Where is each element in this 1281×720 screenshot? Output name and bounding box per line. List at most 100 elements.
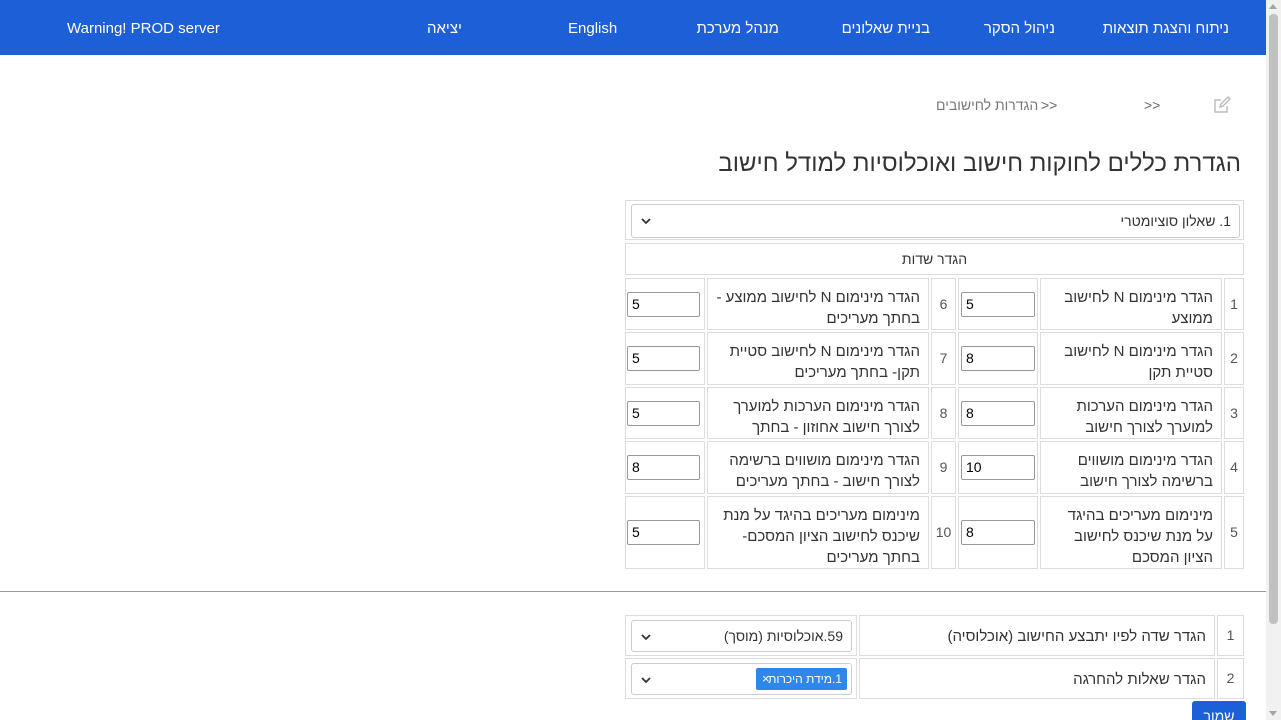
row-number: 4 [1224,441,1244,494]
field-input-cell: 8 [958,496,1038,569]
row-number-text: 3 [1230,405,1238,421]
min-compared-percentile-input[interactable]: 10 [961,455,1035,480]
selected-tag-label: 1.מידת היכרות [768,672,842,686]
field-input-cell: 5 [625,278,705,330]
row-number-text: 9 [939,459,948,475]
field-input-cell: 5 [958,278,1038,330]
min-evaluations-percentile-input[interactable]: 8 [961,401,1035,426]
scroll-up-arrow-icon[interactable] [1269,4,1277,9]
row-number: 8 [931,387,956,439]
vertical-scrollbar[interactable] [1266,0,1281,720]
chevron-down-icon [641,218,651,225]
row-number-text: 7 [939,350,948,366]
field-label: הגדר מינימום מושווים ברשימה לצורך חישוב … [729,452,920,490]
field-label: מינימום מעריכים בהיגד על מנת שיכנס לחישו… [1067,507,1213,566]
field-label: הגדר שדה לפיו יתבצע החישוב (אוכלוסיה) [947,628,1206,645]
min-raters-summary-raters-input[interactable]: 5 [627,520,700,545]
field-label-cell: הגדר מינימום N לחישוב ממוצע [1040,278,1222,330]
field-input-cell: 5 [625,496,705,569]
chevron-down-icon [641,677,651,684]
population-field-select-value: 59.אוכלוסיות (מוסך) [723,628,843,644]
min-n-stddev-input[interactable]: 8 [961,346,1035,371]
row-number-text: 10 [935,524,952,540]
scroll-down-arrow-icon[interactable] [1269,711,1277,716]
min-evaluations-percentile-raters-input[interactable]: 5 [627,401,700,426]
field-label-cell: הגדר מינימום הערכות למוערך לצורך חישוב א… [1040,387,1222,457]
save-button[interactable]: שמור [1192,701,1246,720]
row-number: 2 [1217,658,1244,699]
field-input-cell: 5 [625,387,705,439]
field-label-cell: מינימום מעריכים בהיגד על מנת שיכנס לחישו… [707,496,929,569]
min-n-average-raters-input[interactable]: 5 [627,292,700,317]
fields-header: הגדר שדות [901,251,968,267]
field-input-cell: 8 [958,387,1038,439]
row-number: 5 [1224,496,1244,569]
min-compared-raters-input[interactable]: 8 [627,455,700,480]
top-navbar: ניתוח והצגת תוצאות ניהול הסקר בניית שאלו… [0,0,1266,55]
field-label-cell: הגדר מינימום N לחישוב סטיית תקן- בחתך מע… [707,332,929,385]
field-input-cell: 5 [625,332,705,385]
row-number: 9 [931,441,956,494]
row-number-text: 2 [1230,350,1238,366]
row-number-text: 1 [1226,627,1235,643]
remove-tag-icon[interactable]: × [762,668,770,690]
row-number: 1 [1224,278,1244,330]
prod-warning-text: Warning! PROD server [67,20,220,37]
population-field-select[interactable]: 59.אוכלוסיות (מוסך) [631,620,852,652]
breadcrumb-separator: >> [1144,97,1161,113]
edit-icon[interactable] [1213,96,1231,114]
questionnaire-select-cell: 1. שאלון סוציומטרי [625,200,1244,240]
field-label-cell: הגדר שאלות להחרגה [859,658,1215,699]
min-n-average-input[interactable]: 5 [961,292,1035,317]
nav-survey-management[interactable]: ניהול הסקר [984,20,1055,37]
field-input-cell: 8 [958,332,1038,385]
field-label: הגדר שאלות להחרגה [1073,671,1206,688]
scroll-thumb[interactable] [1269,14,1278,624]
min-n-stddev-raters-input[interactable]: 5 [627,346,700,371]
nav-analysis-results[interactable]: ניתוח והצגת תוצאות [1103,20,1229,37]
page-title: הגדרת כללים לחוקות חישוב ואוכלוסיות למוד… [718,150,1241,177]
row-number: 10 [931,496,956,569]
field-label-cell: מינימום מעריכים בהיגד על מנת שיכנס לחישו… [1040,496,1222,569]
row-number-text: 4 [1230,459,1238,475]
field-label-cell: הגדר מינימום N לחישוב סטיית תקן [1040,332,1222,385]
field-label: מינימום מעריכים בהיגד על מנת שיכנס לחישו… [723,507,920,566]
nav-english[interactable]: English [568,20,617,37]
min-raters-summary-input[interactable]: 8 [961,520,1035,545]
breadcrumb-separator: >> [1041,97,1058,113]
row-number: 7 [931,332,956,385]
field-label-cell: הגדר מינימום הערכות למוערך לצורך חישוב א… [707,387,929,457]
field-label-cell: הגדר מינימום מושווים ברשימה לצורך חישוב … [707,441,929,494]
field-label-cell: הגדר שדה לפיו יתבצע החישוב (אוכלוסיה) [859,615,1215,656]
questionnaire-select[interactable]: 1. שאלון סוציומטרי [631,204,1240,238]
questionnaire-select-value: 1. שאלון סוציומטרי [1120,213,1231,229]
row-number-text: 6 [939,296,948,312]
row-number-text: 1 [1230,296,1238,312]
chevron-down-icon [641,634,651,641]
row-number: 1 [1217,615,1244,656]
row-number-text: 5 [1230,524,1238,540]
field-input-cell: 8 [625,441,705,494]
row-number-text: 2 [1226,670,1235,686]
nav-build-questionnaires[interactable]: בניית שאלונים [842,20,930,37]
field-label: הגדר מינימום N לחישוב סטיית תקן [1064,343,1213,381]
population-select-cell: 59.אוכלוסיות (מוסך) [625,615,857,656]
nav-logout[interactable]: יציאה [427,20,462,37]
exclusion-select-cell: × 1.מידת היכרות [625,658,857,699]
field-label: הגדר מינימום N לחישוב ממוצע - בחתך מעריכ… [716,289,920,327]
breadcrumb-current[interactable]: הגדרות לחישובים [936,97,1038,113]
field-input-cell: 10 [958,441,1038,494]
row-number-text: 8 [939,405,948,421]
field-label: הגדר מינימום N לחישוב סטיית תקן- בחתך מע… [729,343,920,381]
row-number: 2 [1224,332,1244,385]
section-divider [0,591,1266,592]
row-number: 3 [1224,387,1244,439]
exclusion-questions-multiselect[interactable]: × 1.מידת היכרות [631,663,852,695]
fields-header-cell: הגדר שדות [625,243,1244,275]
field-label-cell: הגדר מינימום N לחישוב ממוצע - בחתך מעריכ… [707,278,929,330]
field-label: הגדר מינימום N לחישוב ממוצע [1064,289,1213,327]
nav-system-admin[interactable]: מנהל מערכת [697,20,779,37]
selected-tag: × 1.מידת היכרות [756,668,847,690]
field-label-cell: הגדר מינימום מושווים ברשימה לצורך חישוב … [1040,441,1222,511]
row-number: 6 [931,278,956,330]
